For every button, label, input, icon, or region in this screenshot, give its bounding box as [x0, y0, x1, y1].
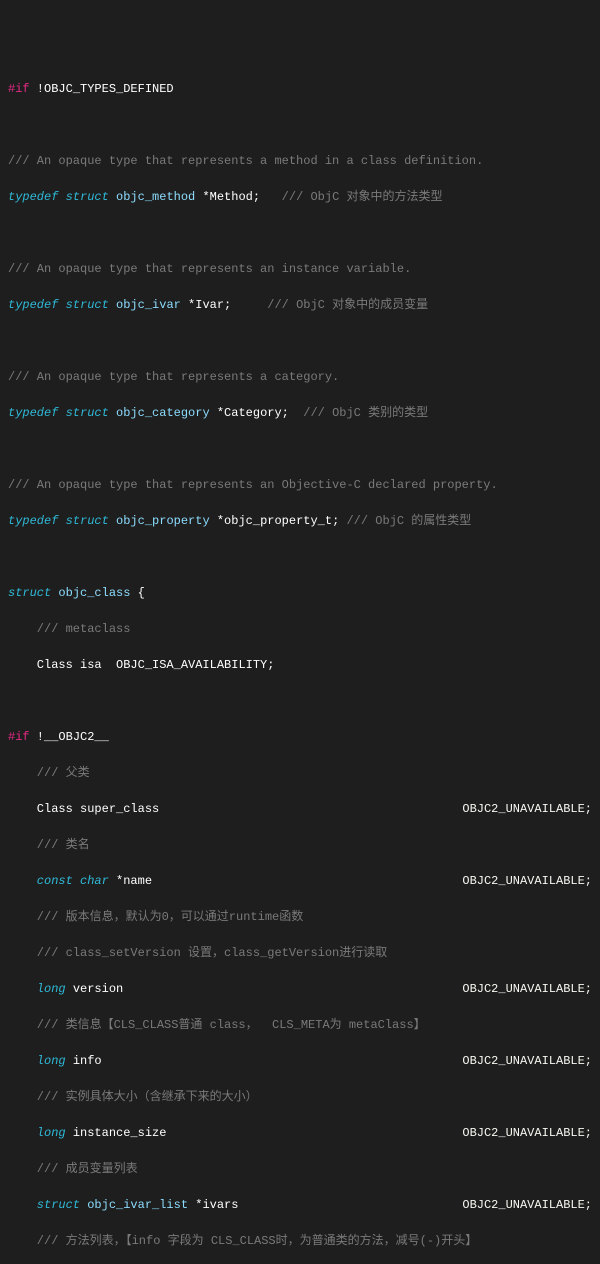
- id: Class super_class: [8, 802, 159, 816]
- kw: const char: [8, 874, 116, 888]
- id: *name: [116, 874, 152, 888]
- kw: typedef struct: [8, 406, 116, 420]
- code-line: long instance_size OBJC2_UNAVAILABLE;: [8, 1124, 592, 1142]
- code-line: typedef struct objc_category *Category; …: [8, 404, 592, 422]
- comment: /// 实例具体大小（含继承下来的大小）: [8, 1088, 592, 1106]
- code-line: const char *name OBJC2_UNAVAILABLE;: [8, 872, 592, 890]
- attr: OBJC2_UNAVAILABLE;: [462, 1196, 592, 1214]
- ty: objc_category: [116, 406, 210, 420]
- attr: OBJC2_UNAVAILABLE;: [462, 980, 592, 998]
- comment: /// ObjC 对象中的成员变量: [231, 298, 428, 312]
- code-line: #if !OBJC_TYPES_DEFINED: [8, 80, 592, 98]
- code-line: struct objc_class {: [8, 584, 592, 602]
- kw: long: [8, 982, 73, 996]
- kw: struct: [8, 1198, 87, 1212]
- id: *ivars: [188, 1198, 238, 1212]
- id: info: [73, 1054, 102, 1068]
- comment: /// 方法列表，【info 字段为 CLS_CLASS时，为普通类的方法，减号…: [8, 1232, 592, 1250]
- comment: /// An opaque type that represents an in…: [8, 260, 592, 278]
- id: version: [73, 982, 123, 996]
- preproc: #if: [8, 730, 30, 744]
- code-line: #if !__OBJC2__: [8, 728, 592, 746]
- id: *Category;: [210, 406, 289, 420]
- id: *Ivar;: [181, 298, 231, 312]
- cond: !OBJC_TYPES_DEFINED: [30, 82, 174, 96]
- ty: objc_method: [116, 190, 195, 204]
- code-line: typedef struct objc_ivar *Ivar; /// ObjC…: [8, 296, 592, 314]
- comment: /// 类名: [8, 836, 592, 854]
- comment: /// 版本信息，默认为0，可以通过runtime函数: [8, 908, 592, 926]
- preproc: #if: [8, 82, 30, 96]
- blank: [8, 440, 592, 458]
- comment: /// 类信息【CLS_CLASS普通 class， CLS_META为 met…: [8, 1016, 592, 1034]
- code-line: long version OBJC2_UNAVAILABLE;: [8, 980, 592, 998]
- attr: OBJC2_UNAVAILABLE;: [462, 1124, 592, 1142]
- id: *objc_property_t;: [210, 514, 340, 528]
- kw: long: [8, 1054, 73, 1068]
- comment: /// An opaque type that represents an Ob…: [8, 476, 592, 494]
- kw: typedef struct: [8, 190, 116, 204]
- cond: !__OBJC2__: [30, 730, 109, 744]
- attr: OBJC2_UNAVAILABLE;: [462, 872, 592, 890]
- comment: /// metaclass: [8, 620, 592, 638]
- comment: /// ObjC 的属性类型: [339, 514, 471, 528]
- code-line: typedef struct objc_method *Method; /// …: [8, 188, 592, 206]
- kw: long: [8, 1126, 73, 1140]
- id: *Method;: [195, 190, 260, 204]
- comment: /// class_setVersion 设置，class_getVersion…: [8, 944, 592, 962]
- code-line: Class isa OBJC_ISA_AVAILABILITY;: [8, 656, 592, 674]
- blank: [8, 548, 592, 566]
- kw: struct: [8, 586, 58, 600]
- kw: typedef struct: [8, 514, 116, 528]
- code-line: long info OBJC2_UNAVAILABLE;: [8, 1052, 592, 1070]
- comment: /// An opaque type that represents a cat…: [8, 368, 592, 386]
- code-line: Class super_class OBJC2_UNAVAILABLE;: [8, 800, 592, 818]
- blank: [8, 692, 592, 710]
- ty: objc_property: [116, 514, 210, 528]
- comment: /// ObjC 类别的类型: [289, 406, 428, 420]
- blank: [8, 116, 592, 134]
- ty: objc_ivar_list: [87, 1198, 188, 1212]
- kw: typedef struct: [8, 298, 116, 312]
- attr: OBJC2_UNAVAILABLE;: [462, 800, 592, 818]
- comment: /// ObjC 对象中的方法类型: [260, 190, 442, 204]
- comment: /// An opaque type that represents a met…: [8, 152, 592, 170]
- id: instance_size: [73, 1126, 167, 1140]
- ty: objc_ivar: [116, 298, 181, 312]
- comment: /// 成员变量列表: [8, 1160, 592, 1178]
- code-line: typedef struct objc_property *objc_prope…: [8, 512, 592, 530]
- id: {: [130, 586, 144, 600]
- ty: objc_class: [58, 586, 130, 600]
- attr: OBJC2_UNAVAILABLE;: [462, 1052, 592, 1070]
- blank: [8, 332, 592, 350]
- comment: /// 父类: [8, 764, 592, 782]
- code-line: struct objc_ivar_list *ivars OBJC2_UNAVAI…: [8, 1196, 592, 1214]
- blank: [8, 224, 592, 242]
